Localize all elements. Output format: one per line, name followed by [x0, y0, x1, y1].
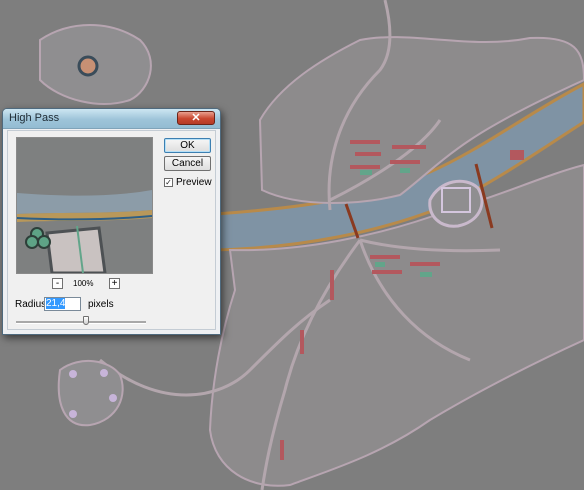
ok-button[interactable]: OK	[164, 138, 211, 153]
zoom-in-button[interactable]: +	[109, 278, 120, 289]
preview-label: Preview	[176, 177, 212, 188]
radius-unit: pixels	[88, 299, 114, 310]
zoom-controls: - 100% +	[52, 278, 122, 291]
zoom-out-button[interactable]: -	[52, 278, 63, 289]
check-icon: ✓	[165, 178, 172, 187]
cancel-button[interactable]: Cancel	[164, 156, 211, 171]
preview-image	[17, 138, 152, 273]
close-button[interactable]: ✕	[177, 111, 215, 125]
dialog-title: High Pass	[9, 112, 60, 124]
zoom-level: 100%	[73, 279, 94, 288]
dialog-titlebar[interactable]: High Pass ✕	[3, 109, 220, 129]
zoom-out-icon: -	[55, 278, 60, 289]
radius-slider-track[interactable]	[16, 321, 146, 324]
preview-checkbox[interactable]: ✓	[164, 178, 173, 187]
close-icon: ✕	[191, 112, 201, 124]
radius-field[interactable]: 21,4	[44, 297, 81, 311]
high-pass-dialog: High Pass ✕ - 100% + OK Cancel ✓ Preview…	[2, 108, 221, 335]
zoom-in-icon: +	[111, 278, 118, 289]
dialog-body: - 100% + OK Cancel ✓ Preview Radius: 21,…	[7, 130, 216, 330]
radius-slider-thumb[interactable]	[83, 316, 90, 325]
radius-value: 21,4	[46, 298, 66, 309]
filter-preview[interactable]	[16, 137, 153, 274]
